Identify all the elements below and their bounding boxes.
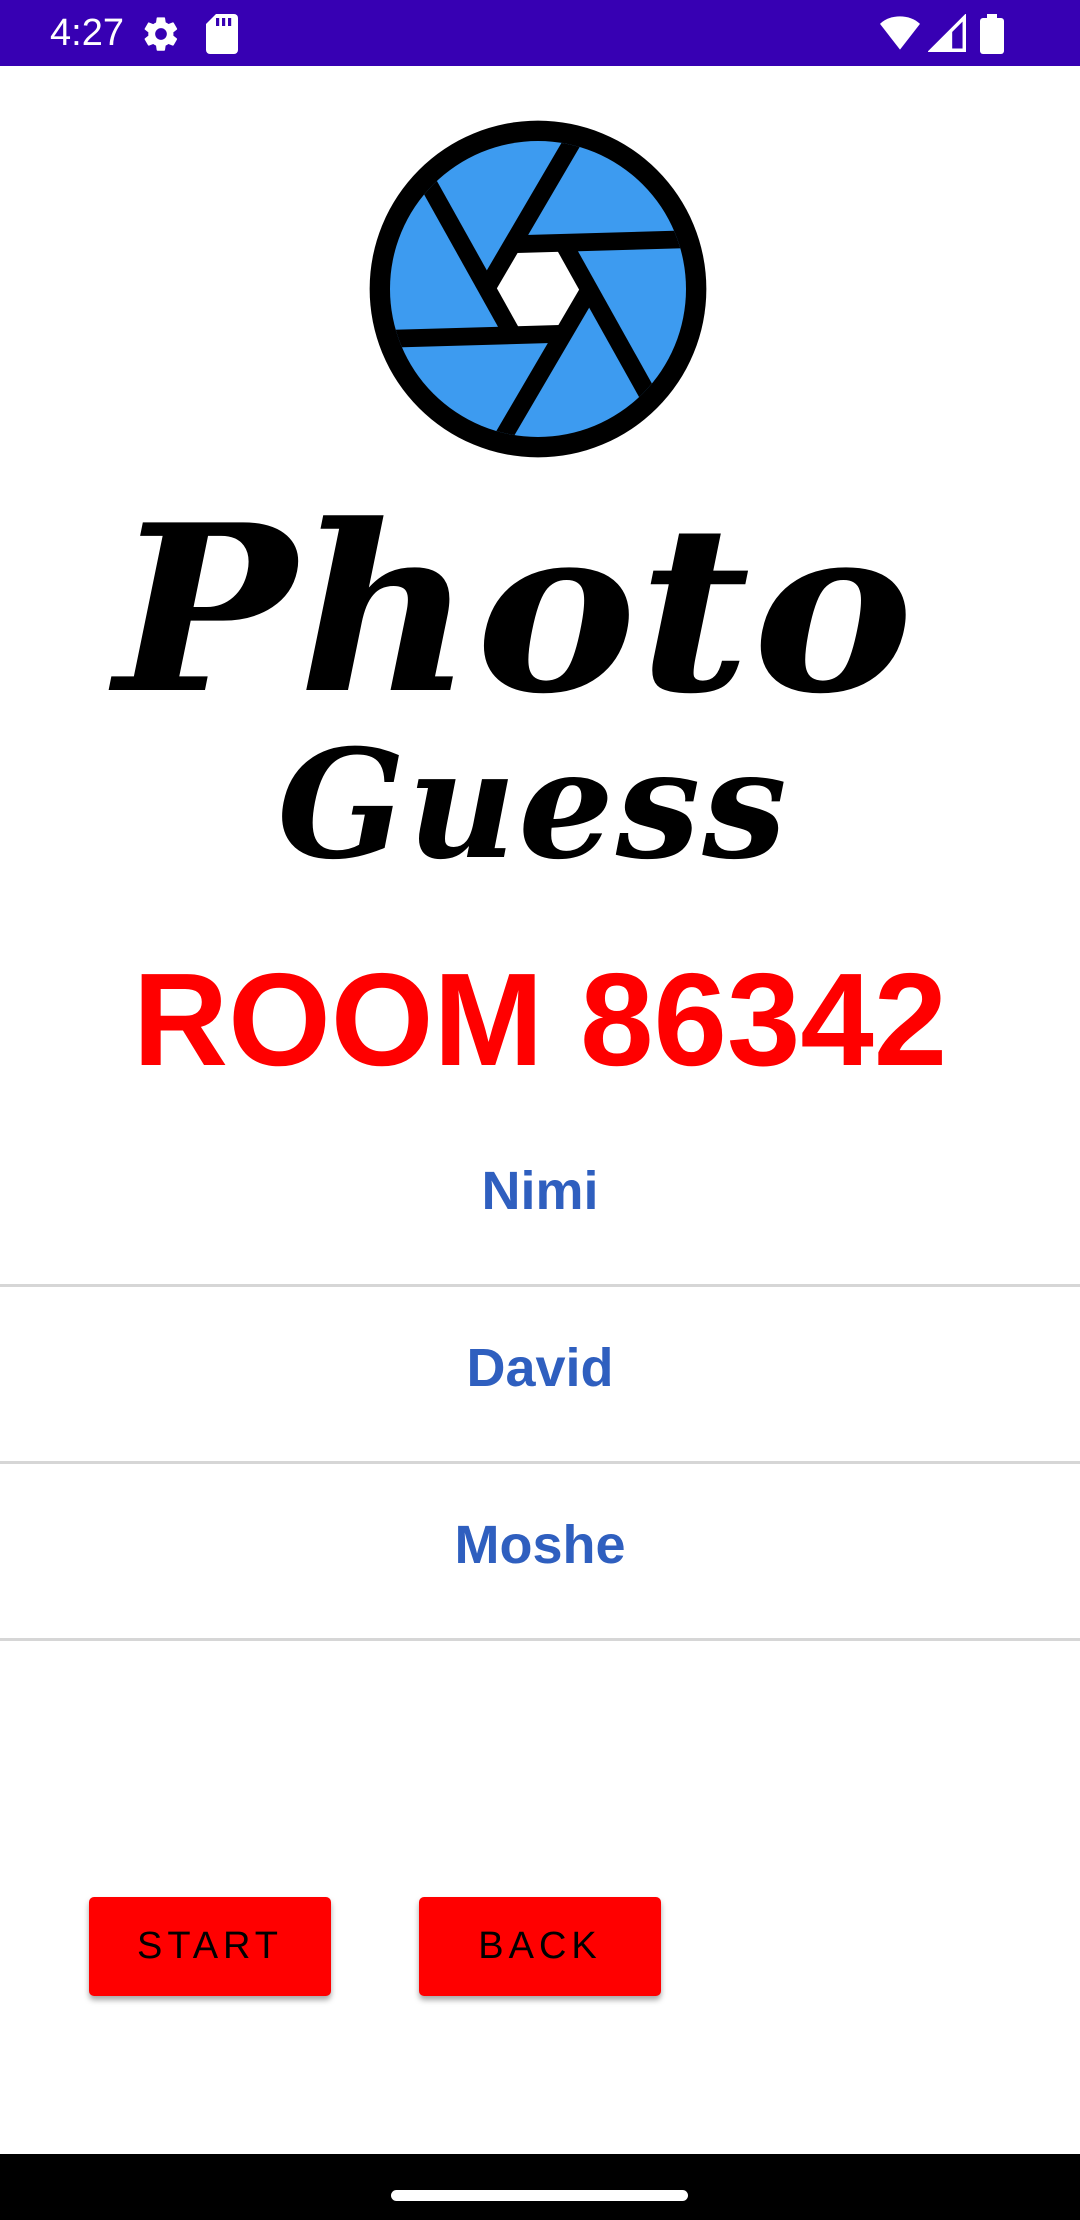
wifi-icon <box>880 14 920 57</box>
player-name: David <box>466 1338 614 1398</box>
list-item: David <box>0 1287 1080 1464</box>
back-button[interactable]: BACK <box>419 1897 661 1996</box>
start-button[interactable]: START <box>89 1897 331 1996</box>
camera-aperture-icon <box>369 120 707 458</box>
list-item: Moshe <box>0 1464 1080 1641</box>
navigation-bar <box>0 2154 1080 2220</box>
player-name: Nimi <box>481 1161 599 1221</box>
logo-word-photo: Photo <box>114 475 916 745</box>
battery-icon <box>980 14 1004 59</box>
status-time: 4:27 <box>50 12 124 54</box>
sdcard-icon <box>206 14 238 59</box>
players-list: Nimi David Moshe <box>0 1110 1080 1641</box>
logo-word-guess: Guess <box>277 717 789 893</box>
status-bar: 4:27 <box>0 0 1080 66</box>
room-title: ROOM 86342 <box>132 946 948 1093</box>
list-item: Nimi <box>0 1110 1080 1287</box>
player-name: Moshe <box>454 1515 626 1575</box>
home-gesture-handle[interactable] <box>391 2190 688 2201</box>
settings-icon <box>141 14 181 59</box>
photo-guess-logo: Photo Guess <box>100 100 930 890</box>
signal-icon <box>927 13 966 57</box>
